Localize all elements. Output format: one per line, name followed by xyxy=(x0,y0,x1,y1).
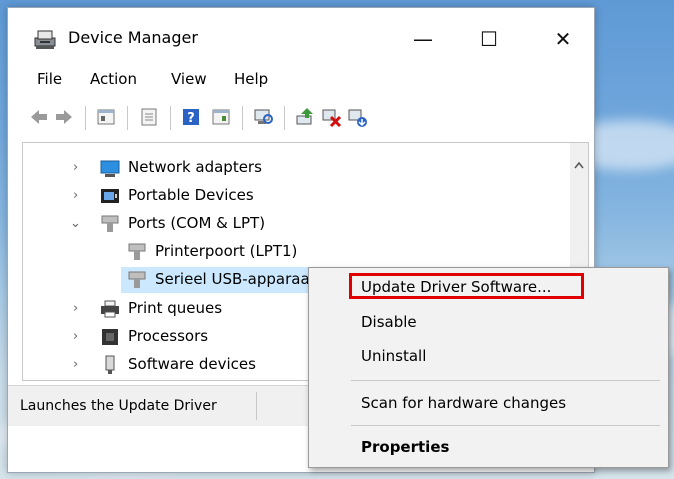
highlight-box xyxy=(349,273,584,299)
menu-bar: File Action View Help xyxy=(8,66,594,94)
port-icon xyxy=(128,271,146,288)
menu-item-label: Properties xyxy=(361,438,450,456)
chevron-right-icon[interactable]: › xyxy=(73,189,85,203)
software-device-icon xyxy=(105,355,115,374)
enable-icon[interactable] xyxy=(346,106,368,128)
close-button[interactable]: ✕ xyxy=(538,21,588,57)
toolbar: ? xyxy=(8,98,594,138)
tree-item-label: Print queues xyxy=(128,299,223,317)
tree-item-serieel-usb[interactable]: Serieel USB-apparaat xyxy=(121,267,316,293)
menu-item-label: Disable xyxy=(361,313,417,331)
menu-item-uninstall[interactable]: Uninstall xyxy=(309,342,668,372)
tree-item-label: Serieel USB-apparaat xyxy=(155,270,316,288)
processor-icon xyxy=(102,329,118,345)
tree-item-portable-devices[interactable]: › Portable Devices xyxy=(23,183,570,209)
menu-item-properties[interactable]: Properties xyxy=(309,433,668,463)
back-icon[interactable] xyxy=(28,106,50,128)
scan-icon[interactable] xyxy=(252,106,274,128)
minimize-button[interactable]: — xyxy=(398,21,448,57)
portable-devices-icon xyxy=(101,189,119,203)
menu-item-disable[interactable]: Disable xyxy=(309,308,668,338)
window-title: Device Manager xyxy=(68,28,198,47)
properties-icon[interactable] xyxy=(95,106,117,128)
show-hidden-icon[interactable] xyxy=(138,106,160,128)
tree-item-ports[interactable]: ⌄ Ports (COM & LPT) xyxy=(23,211,570,237)
forward-icon[interactable] xyxy=(53,106,75,128)
tree-item-label: Ports (COM & LPT) xyxy=(128,214,266,232)
tree-item-network-adapters[interactable]: › Network adapters xyxy=(23,155,570,181)
menu-item-label: Uninstall xyxy=(361,347,427,365)
chevron-right-icon[interactable]: › xyxy=(73,330,85,344)
menu-separator xyxy=(351,425,660,426)
port-icon xyxy=(101,215,119,232)
chevron-right-icon[interactable]: › xyxy=(73,161,85,175)
printer-icon xyxy=(101,300,119,318)
chevron-right-icon[interactable]: › xyxy=(73,302,85,316)
uninstall-icon[interactable] xyxy=(320,106,342,128)
tree-item-label: Processors xyxy=(128,327,209,345)
action-pane-icon[interactable] xyxy=(210,106,232,128)
menu-help[interactable]: Help xyxy=(234,70,268,88)
menu-separator xyxy=(351,380,660,381)
chevron-down-icon[interactable]: ⌄ xyxy=(70,217,82,231)
port-icon xyxy=(128,243,146,260)
menu-item-label: Scan for hardware changes xyxy=(361,394,567,412)
tree-item-printerpoort[interactable]: Printerpoort (LPT1) xyxy=(23,239,570,265)
menu-view[interactable]: View xyxy=(171,70,207,88)
menu-action[interactable]: Action xyxy=(90,70,137,88)
svg-text:?: ? xyxy=(187,111,195,126)
network-adapter-icon xyxy=(100,160,120,177)
chevron-right-icon[interactable]: › xyxy=(73,358,85,372)
scroll-up-icon[interactable] xyxy=(574,161,584,169)
update-driver-icon[interactable] xyxy=(294,106,316,128)
tree-item-label: Network adapters xyxy=(128,158,262,176)
tree-item-label: Portable Devices xyxy=(128,186,254,204)
tree-item-label: Printerpoort (LPT1) xyxy=(155,242,298,260)
status-cell: Launches the Update Driver xyxy=(16,392,257,420)
title-bar[interactable]: Device Manager — ☐ ✕ xyxy=(8,8,594,58)
help-icon[interactable]: ? xyxy=(180,106,202,128)
menu-file[interactable]: File xyxy=(37,70,62,88)
device-manager-icon xyxy=(34,30,56,49)
maximize-button[interactable]: ☐ xyxy=(464,21,514,57)
status-text: Launches the Update Driver xyxy=(20,398,217,414)
tree-item-label: Software devices xyxy=(128,355,256,373)
context-menu: Update Driver Software... Disable Uninst… xyxy=(308,267,669,468)
menu-item-scan[interactable]: Scan for hardware changes xyxy=(309,389,668,419)
